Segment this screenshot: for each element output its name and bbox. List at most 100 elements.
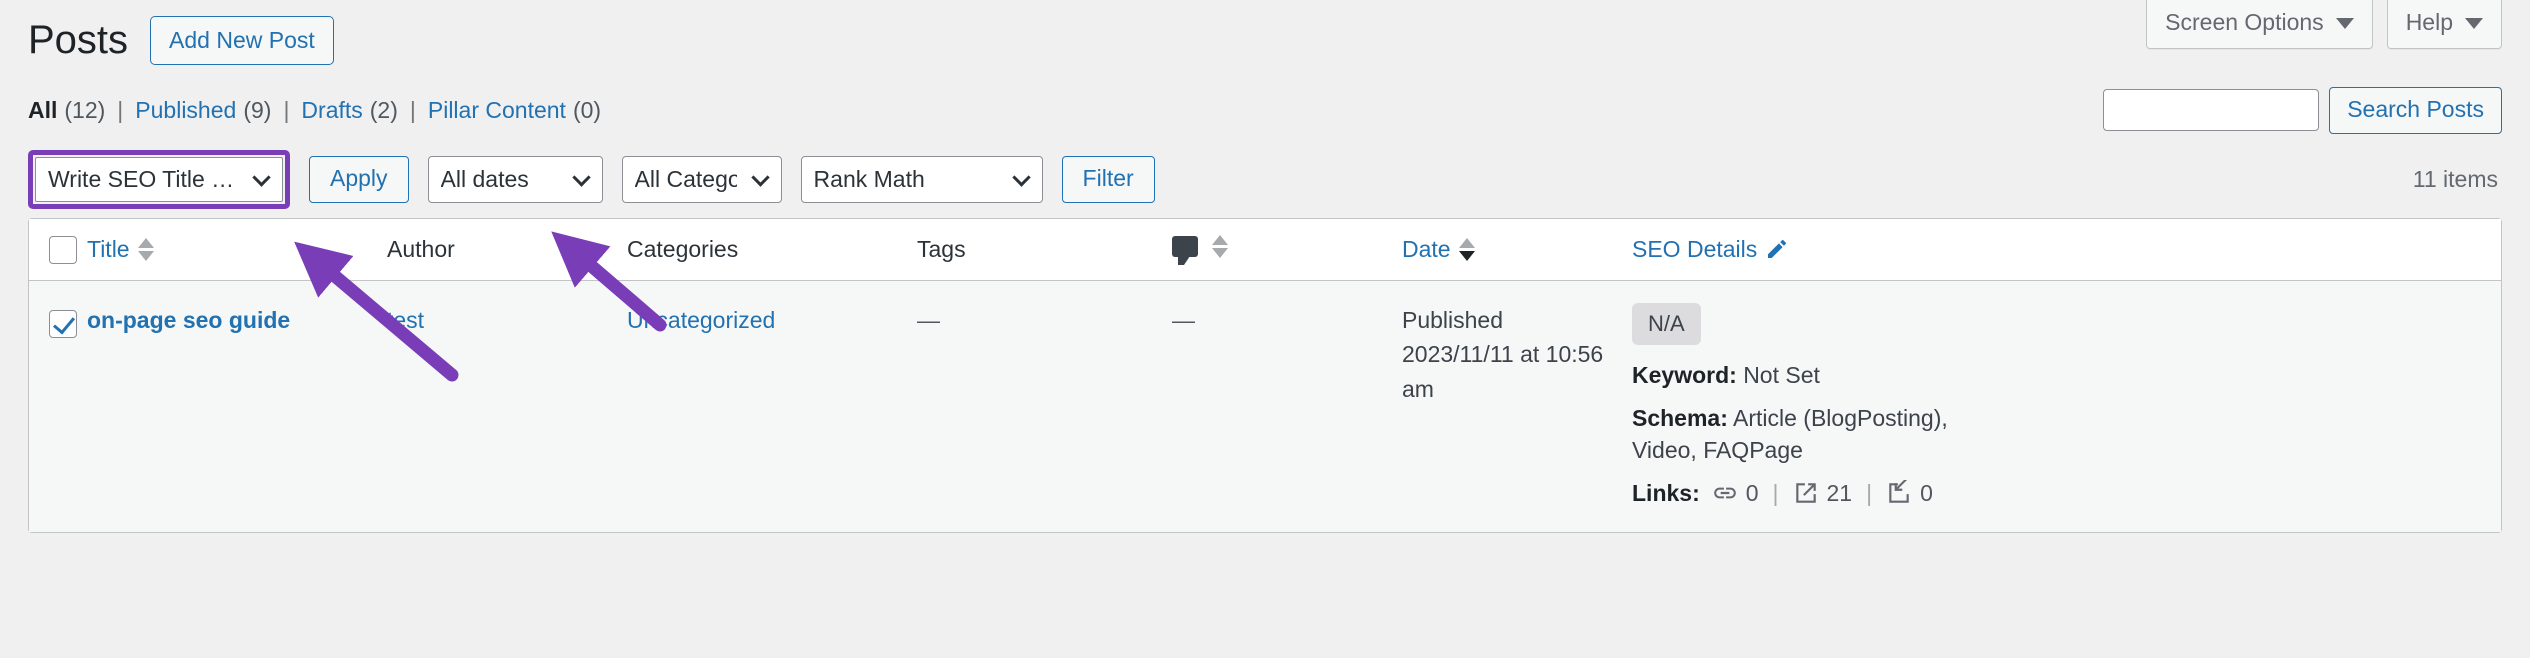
status-link-pillar-content-label[interactable]: Pillar Content bbox=[428, 97, 566, 124]
screen-meta-bar: Screen Options Help bbox=[2146, 0, 2502, 49]
sort-descending-icon bbox=[1458, 250, 1475, 261]
category-filter-select[interactable]: All Categories bbox=[621, 156, 782, 204]
chevron-down-icon bbox=[2465, 18, 2483, 30]
separator: | bbox=[409, 96, 416, 123]
column-header-author: Author bbox=[387, 218, 627, 281]
sort-arrows-icon[interactable] bbox=[137, 237, 154, 261]
column-header-date[interactable]: Date bbox=[1402, 218, 1632, 281]
table-row: on-page seo guide test Uncategorized — —… bbox=[29, 280, 2501, 533]
bulk-action-highlight-ring: Write SEO Title & Description bbox=[28, 150, 290, 210]
seo-keyword-label: Keyword: bbox=[1632, 362, 1737, 389]
select-all-header bbox=[29, 218, 87, 281]
status-link-published[interactable]: Published (9) bbox=[135, 97, 271, 124]
posts-table-head: Title Author Categories Tags Date SEO De… bbox=[29, 218, 2501, 281]
seo-links-line: Links: 0 | 21 | 0 bbox=[1632, 476, 2501, 511]
seo-keyword-value: Not Set bbox=[1743, 362, 1820, 389]
post-author-link[interactable]: test bbox=[387, 307, 424, 333]
sort-ascending-icon bbox=[1458, 237, 1475, 248]
pencil-icon bbox=[1768, 240, 1787, 259]
column-header-date-label: Date bbox=[1402, 235, 1451, 262]
sort-ascending-icon bbox=[1212, 235, 1228, 246]
separator: | bbox=[283, 96, 290, 123]
status-link-all-label[interactable]: All bbox=[28, 97, 57, 124]
add-new-post-button[interactable]: Add New Post bbox=[150, 16, 334, 65]
post-title-link[interactable]: on-page seo guide bbox=[87, 307, 290, 333]
chevron-down-icon bbox=[2335, 18, 2354, 30]
post-tags-value: — bbox=[917, 306, 940, 333]
column-header-title-label: Title bbox=[87, 235, 130, 262]
column-header-categories-label: Categories bbox=[627, 235, 739, 262]
bulk-action-select[interactable]: Write SEO Title & Description bbox=[35, 157, 283, 203]
comments-header-inner bbox=[1172, 235, 1228, 266]
posts-table-body: on-page seo guide test Uncategorized — —… bbox=[29, 280, 2501, 533]
status-link-published-count: (9) bbox=[243, 96, 272, 123]
sort-descending-icon bbox=[1212, 248, 1228, 259]
status-link-pillar-content[interactable]: Pillar Content (0) bbox=[428, 97, 601, 124]
row-seo-details-cell: N/A Keyword: Not Set Schema: Article (Bl… bbox=[1632, 280, 2501, 533]
sort-by-title-link[interactable]: Title bbox=[87, 236, 154, 263]
column-header-tags-label: Tags bbox=[917, 235, 966, 262]
row-select-checkbox[interactable] bbox=[49, 309, 77, 338]
screen-options-button[interactable]: Screen Options bbox=[2146, 0, 2373, 49]
select-all-checkbox[interactable] bbox=[49, 235, 77, 264]
status-link-drafts-count: (2) bbox=[369, 96, 398, 123]
sort-arrows-icon[interactable] bbox=[1458, 237, 1475, 261]
sort-descending-icon bbox=[137, 250, 154, 261]
seo-details-header-link[interactable]: SEO Details bbox=[1632, 236, 1789, 263]
row-tags-cell: — bbox=[917, 280, 1172, 533]
seo-schema-line: Schema: Article (BlogPosting), Video, FA… bbox=[1632, 402, 1962, 466]
search-input[interactable] bbox=[2103, 89, 2320, 132]
seo-external-links-count: 21 bbox=[1826, 479, 1853, 506]
column-header-author-label: Author bbox=[387, 235, 455, 262]
post-category-link[interactable]: Uncategorized bbox=[627, 307, 775, 333]
seo-incoming-links-count: 0 bbox=[1920, 479, 1933, 506]
row-comments-cell: — bbox=[1172, 280, 1402, 533]
column-header-title[interactable]: Title bbox=[87, 218, 387, 281]
separator: | bbox=[117, 96, 124, 123]
apply-bulk-action-button[interactable]: Apply bbox=[309, 156, 409, 204]
column-header-tags: Tags bbox=[917, 218, 1172, 281]
filter-button[interactable]: Filter bbox=[1061, 156, 1155, 204]
sort-arrows-icon[interactable] bbox=[1212, 235, 1228, 259]
seo-internal-links-count: 0 bbox=[1745, 479, 1759, 506]
sort-ascending-icon bbox=[137, 237, 154, 248]
posts-table: Title Author Categories Tags Date SEO De… bbox=[28, 217, 2502, 534]
column-header-seo-details[interactable]: SEO Details bbox=[1632, 218, 2501, 281]
screen-options-label: Screen Options bbox=[2165, 9, 2324, 35]
column-header-seo-details-label: SEO Details bbox=[1632, 235, 1758, 262]
search-posts-button[interactable]: Search Posts bbox=[2329, 86, 2502, 134]
sort-by-date-link[interactable]: Date bbox=[1402, 236, 1475, 263]
displaying-num: 11 items bbox=[2412, 166, 2498, 193]
seo-filter-select[interactable]: Rank Math bbox=[800, 156, 1043, 204]
row-author-cell: test bbox=[387, 280, 627, 533]
tablenav-top: Write SEO Title & Description Apply All … bbox=[28, 150, 2502, 210]
status-link-published-label[interactable]: Published bbox=[135, 97, 236, 124]
post-date-status: Published bbox=[1402, 306, 1504, 333]
search-box: Search Posts bbox=[2103, 86, 2502, 134]
help-button[interactable]: Help bbox=[2386, 0, 2502, 49]
column-header-categories: Categories bbox=[627, 218, 917, 281]
seo-score-badge: N/A bbox=[1632, 302, 1701, 346]
status-link-drafts-label[interactable]: Drafts bbox=[301, 97, 362, 124]
external-link-icon bbox=[1795, 483, 1816, 503]
bulk-action-select-wrap: Write SEO Title & Description bbox=[35, 157, 283, 203]
status-link-all[interactable]: All (12) bbox=[28, 97, 105, 124]
date-filter-select[interactable]: All dates bbox=[427, 156, 603, 204]
page-header: Posts Add New Post bbox=[28, 0, 2502, 65]
status-link-drafts[interactable]: Drafts (2) bbox=[301, 97, 397, 124]
column-header-comments[interactable] bbox=[1172, 218, 1402, 281]
separator: | bbox=[1866, 479, 1873, 506]
subsubsub-row: All (12) | Published (9) | Drafts (2) | … bbox=[28, 86, 2502, 134]
date-filter-wrap: All dates bbox=[427, 156, 603, 204]
post-date-value: 2023/11/11 at 10:56 am bbox=[1402, 341, 1604, 402]
separator: | bbox=[1772, 479, 1779, 506]
seo-links-label: Links: bbox=[1632, 479, 1700, 506]
posts-page-wrap: Posts Add New Post All (12) | Published … bbox=[0, 0, 2530, 534]
help-label: Help bbox=[2405, 9, 2453, 35]
seo-filter-wrap: Rank Math bbox=[800, 156, 1043, 204]
row-categories-cell: Uncategorized bbox=[627, 280, 917, 533]
status-link-pillar-content-count: (0) bbox=[572, 96, 602, 123]
bulk-actions-and-filters: Write SEO Title & Description Apply All … bbox=[28, 150, 1155, 210]
row-select-cell bbox=[29, 280, 87, 533]
table-header-row: Title Author Categories Tags Date SEO De… bbox=[29, 218, 2501, 281]
